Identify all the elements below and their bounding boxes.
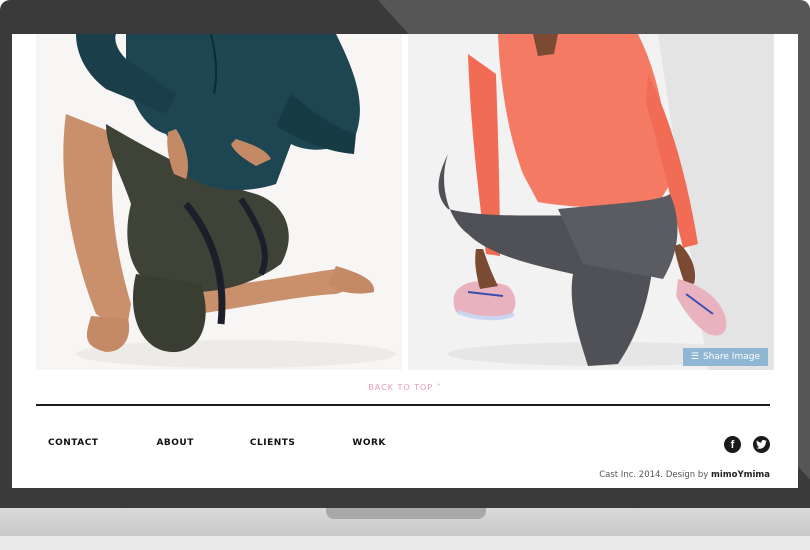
model-illustration-left (36, 34, 402, 370)
footer-divider (36, 404, 770, 406)
share-image-label: Share Image (702, 352, 760, 362)
facebook-icon[interactable]: f (724, 436, 741, 453)
website-screen: ☰ Share Image BACK TO TOP ˄ CONTACT ABOU… (12, 34, 798, 488)
nav-contact[interactable]: CONTACT (48, 438, 98, 448)
product-photo-teal-jacket[interactable] (36, 34, 402, 370)
footer-credit: Cast Inc. 2014. Design by mimoYmima (599, 470, 770, 480)
footer-nav: CONTACT ABOUT CLIENTS WORK (48, 438, 386, 448)
credit-prefix: Cast Inc. 2014. Design by (599, 470, 711, 480)
nav-clients[interactable]: CLIENTS (250, 438, 296, 448)
layers-icon: ☰ (690, 352, 699, 362)
nav-about[interactable]: ABOUT (156, 438, 193, 448)
twitter-icon[interactable] (753, 436, 770, 453)
model-illustration-right (408, 34, 774, 370)
laptop-notch (326, 508, 486, 519)
twitter-bird-glyph (756, 440, 767, 449)
social-links: f (724, 436, 770, 453)
product-photo-coral-top[interactable]: ☰ Share Image (408, 34, 774, 370)
share-image-button[interactable]: ☰ Share Image (682, 348, 768, 366)
credit-author[interactable]: mimoYmima (711, 470, 770, 480)
back-to-top-link[interactable]: BACK TO TOP ˄ (12, 383, 798, 392)
nav-work[interactable]: WORK (352, 438, 385, 448)
